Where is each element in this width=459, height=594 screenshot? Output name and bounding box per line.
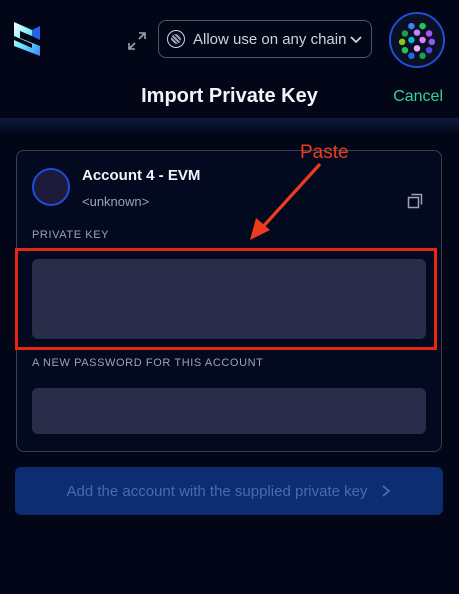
annotation-arrow-icon [250,162,322,240]
copy-icon[interactable] [406,192,424,210]
private-key-label: PRIVATE KEY [32,229,110,241]
expand-icon[interactable] [126,30,148,52]
private-key-input[interactable] [32,259,426,339]
logo [14,22,40,56]
add-account-button-label: Add the account with the supplied privat… [66,482,368,500]
chain-selector[interactable]: Allow use on any chain [158,20,372,58]
add-account-button[interactable]: Add the account with the supplied privat… [15,467,443,515]
cancel-button[interactable]: Cancel [393,88,443,106]
avatar[interactable] [389,12,445,68]
chevron-down-icon [350,36,362,44]
password-label: A NEW PASSWORD FOR THIS ACCOUNT [32,357,264,369]
account-address: <unknown> [82,194,150,209]
chain-selector-label: Allow use on any chain [193,30,347,48]
header-divider [0,118,459,134]
account-name: Account 4 - EVM [82,167,201,184]
page-title: Import Private Key [141,85,318,107]
chain-icon [167,30,185,48]
chevron-right-icon [381,485,390,497]
account-avatar [32,168,70,206]
top-bar: Allow use on any chain [0,0,459,78]
password-input[interactable] [32,388,426,434]
